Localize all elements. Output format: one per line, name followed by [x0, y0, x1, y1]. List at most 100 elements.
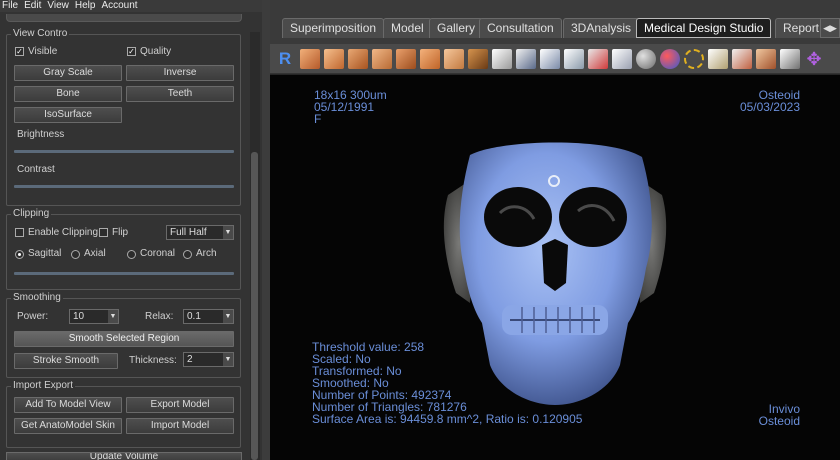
- relax-select[interactable]: 0.1 ▼: [183, 309, 234, 324]
- menu-help[interactable]: Help: [75, 0, 96, 12]
- smooth-selected-region-button[interactable]: Smooth Selected Region: [14, 331, 234, 347]
- coronal-radio[interactable]: [127, 250, 136, 259]
- axial-label: Axial: [84, 248, 106, 259]
- ruler-icon[interactable]: [732, 49, 752, 69]
- clipping-slider[interactable]: [14, 272, 234, 275]
- import-export-title: Import Export: [11, 380, 76, 391]
- stroke-smooth-button[interactable]: Stroke Smooth: [14, 353, 118, 369]
- patient-sex: F: [314, 112, 322, 126]
- 3d-viewport[interactable]: 18x16 300um 05/12/1991 F Osteoid 05/03/2…: [270, 75, 840, 460]
- import-export-group: Import Export Add To Model View Export M…: [6, 380, 241, 448]
- scale-icon[interactable]: [708, 49, 728, 69]
- reset-view-icon[interactable]: R: [275, 49, 295, 69]
- relax-value: 0.1: [187, 311, 201, 322]
- draw-icon[interactable]: [564, 49, 584, 69]
- enable-clipping-checkbox[interactable]: [15, 228, 24, 237]
- quality-checkbox[interactable]: ✓: [127, 47, 136, 56]
- menu-edit[interactable]: Edit: [24, 0, 41, 12]
- tab-superimposition[interactable]: Superimposition: [282, 18, 385, 38]
- inverse-button[interactable]: Inverse: [126, 65, 234, 81]
- flip-checkbox[interactable]: [99, 228, 108, 237]
- panel-collapsed-header[interactable]: [6, 14, 242, 22]
- arch-radio[interactable]: [183, 250, 192, 259]
- chevron-down-icon: ▼: [223, 226, 233, 239]
- isosurface-button[interactable]: IsoSurface: [14, 107, 122, 123]
- contrast-slider[interactable]: [14, 185, 234, 188]
- axial-radio[interactable]: [71, 250, 80, 259]
- view-control-group: View Contro ✓ Visible ✓ Quality Gray Sca…: [6, 28, 241, 206]
- clipping-mode-value: Full Half: [170, 227, 207, 238]
- tab-3danalysis[interactable]: 3DAnalysis: [563, 18, 640, 38]
- add-to-model-view-button[interactable]: Add To Model View: [14, 397, 122, 413]
- teeth-button[interactable]: Teeth: [126, 86, 234, 102]
- gray-scale-button[interactable]: Gray Scale: [14, 65, 122, 81]
- panel-scrollbar-thumb[interactable]: [251, 152, 258, 460]
- line-icon[interactable]: [588, 49, 608, 69]
- screenshot-icon[interactable]: [780, 49, 800, 69]
- clipping-group: Clipping Enable Clipping Flip Full Half …: [6, 208, 241, 290]
- face-bottom-icon[interactable]: [396, 49, 416, 69]
- cut-icon[interactable]: [540, 49, 560, 69]
- skull-model[interactable]: [430, 133, 680, 408]
- thickness-label: Thickness:: [129, 355, 177, 366]
- face-left-icon[interactable]: [348, 49, 368, 69]
- sagittal-radio[interactable]: [15, 250, 24, 259]
- export-model-button[interactable]: Export Model: [126, 397, 234, 413]
- smoothing-group: Smoothing Power: 10 ▼ Relax: 0.1 ▼ Smoot…: [6, 292, 241, 378]
- get-anatomodel-skin-button[interactable]: Get AnatoModel Skin: [14, 418, 122, 434]
- brightness-slider[interactable]: [14, 150, 234, 153]
- bone-button[interactable]: Bone: [14, 86, 122, 102]
- smoothing-title: Smoothing: [11, 292, 63, 303]
- brush-icon[interactable]: [612, 49, 632, 69]
- thickness-value: 2: [187, 354, 193, 365]
- measure-icon[interactable]: [492, 49, 512, 69]
- menu-view[interactable]: View: [47, 0, 69, 12]
- menubar: File Edit View Help Account: [0, 0, 262, 12]
- flip-label: Flip: [112, 227, 129, 238]
- tab-medical-design-studio[interactable]: Medical Design Studio: [636, 18, 772, 38]
- tab-gallery[interactable]: Gallery: [429, 18, 484, 38]
- eraser-icon[interactable]: [756, 49, 776, 69]
- view-control-title: View Contro: [11, 28, 70, 39]
- hand-icon[interactable]: [468, 49, 488, 69]
- power-select[interactable]: 10 ▼: [69, 309, 119, 324]
- color-sphere-icon[interactable]: [660, 49, 680, 69]
- menu-file[interactable]: File: [2, 0, 18, 12]
- tab-consultation[interactable]: Consultation: [479, 18, 562, 38]
- sphere-icon[interactable]: [636, 49, 656, 69]
- angle-icon[interactable]: [516, 49, 536, 69]
- clipping-mode-select[interactable]: Full Half ▼: [166, 225, 234, 240]
- splitter[interactable]: [262, 0, 270, 460]
- update-volume-button[interactable]: Update Volume: [6, 452, 242, 460]
- visible-label: Visible: [28, 46, 58, 57]
- thickness-select[interactable]: 2 ▼: [183, 352, 234, 367]
- move-icon[interactable]: ✥: [804, 49, 824, 69]
- sagittal-label: Sagittal: [28, 248, 62, 259]
- jaw-icon[interactable]: [420, 49, 440, 69]
- visible-checkbox[interactable]: ✓: [15, 47, 24, 56]
- surface-area: Surface Area is: 94459.8 mm^2, Ratio is:…: [312, 412, 583, 426]
- face-front-icon[interactable]: [300, 49, 320, 69]
- face-top-icon[interactable]: [372, 49, 392, 69]
- relax-label: Relax:: [145, 311, 174, 322]
- face-right-icon[interactable]: [324, 49, 344, 69]
- chevron-down-icon: ▼: [223, 310, 233, 323]
- tab-scroll-icon[interactable]: ◀▶: [820, 18, 840, 38]
- left-control-panel: View Contro ✓ Visible ✓ Quality Gray Sca…: [0, 12, 262, 460]
- arch-label: Arch: [196, 248, 217, 259]
- power-label: Power:: [17, 311, 49, 322]
- menu-account[interactable]: Account: [101, 0, 137, 12]
- lasso-icon[interactable]: [684, 49, 704, 69]
- coronal-label: Coronal: [140, 248, 176, 259]
- clipping-title: Clipping: [11, 208, 52, 219]
- import-model-button[interactable]: Import Model: [126, 418, 234, 434]
- contrast-label: Contrast: [17, 164, 55, 175]
- patient-birthdate: 05/12/1991: [314, 100, 375, 114]
- chevron-down-icon: ▼: [108, 310, 118, 323]
- brightness-label: Brightness: [17, 129, 65, 140]
- render-mode-bottom: Osteoid: [758, 414, 800, 428]
- tab-model[interactable]: Model: [383, 18, 432, 38]
- toolbar: R ✥: [270, 44, 840, 74]
- teeth-icon[interactable]: [444, 49, 464, 69]
- enable-clipping-label: Enable Clipping: [28, 227, 99, 238]
